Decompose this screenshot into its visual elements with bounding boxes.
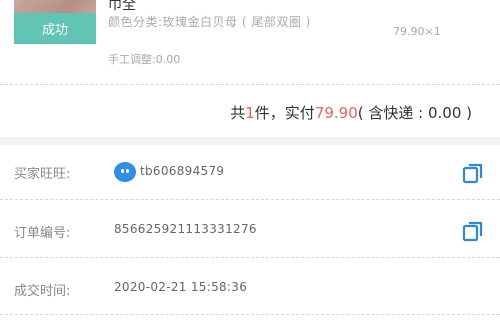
divider [0, 199, 500, 200]
divider [0, 257, 500, 258]
divider [0, 84, 500, 85]
summary-suffix: ( 含快递 : 0.00 ) [357, 104, 472, 122]
copy-icon[interactable] [462, 220, 484, 242]
order-number-label: 订单编号: [14, 226, 71, 241]
order-number: 856625921113331276 [114, 222, 257, 236]
transaction-time-label: 成交时间: [14, 284, 71, 299]
item-count: 1 [245, 104, 255, 122]
wangwang-icon[interactable] [114, 162, 136, 182]
buyer-row: 买家旺旺: tb606894579 [0, 146, 500, 198]
transaction-time-row: 成交时间: 2020-02-21 15:58:36 [0, 262, 500, 314]
manual-adjustment: 手工调整:0.00 [108, 53, 181, 66]
summary-mid: 件，实付 [254, 104, 315, 122]
product-name: 巾全 [108, 0, 136, 13]
status-badge: 成功 [14, 13, 96, 44]
copy-icon[interactable] [462, 162, 484, 184]
buyer-id: tb606894579 [140, 164, 225, 178]
summary-prefix: 共 [230, 104, 246, 122]
buyer-label: 买家旺旺: [14, 167, 71, 182]
divider [0, 314, 500, 315]
order-item[interactable]: 成功 巾全 颜色分类:玫瑰金白贝母 ( 尾部双圈 ) 79.90×1 手工调整:… [0, 0, 500, 76]
paid-amount: 79.90 [314, 104, 358, 122]
section-separator [0, 137, 500, 145]
product-spec: 颜色分类:玫瑰金白贝母 ( 尾部双圈 ) [108, 15, 311, 29]
order-summary: 共1件，实付79.90( 含快递 : 0.00 ) [230, 102, 472, 123]
order-number-row: 订单编号: 856625921113331276 [0, 204, 500, 256]
product-price-qty: 79.90×1 [393, 25, 441, 38]
transaction-time: 2020-02-21 15:58:36 [114, 280, 248, 294]
